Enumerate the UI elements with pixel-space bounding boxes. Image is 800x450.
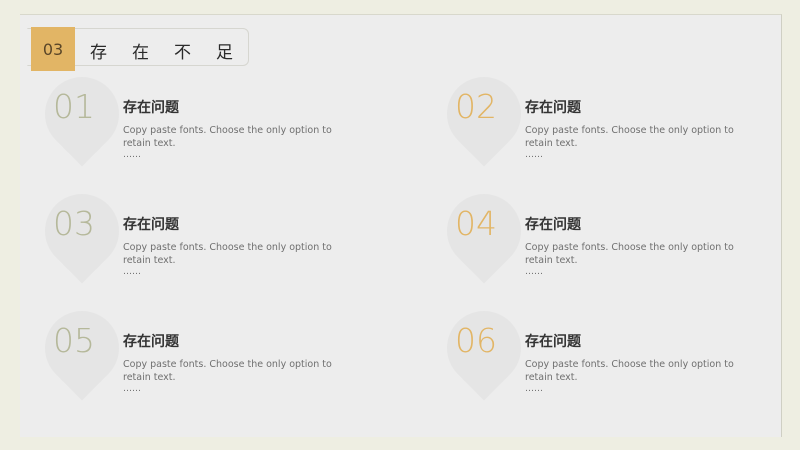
issue-item-02: 02 存在问题 Copy paste fonts. Choose the onl… <box>431 61 777 177</box>
item-description: Copy paste fonts. Choose the only option… <box>525 125 734 149</box>
item-description: Copy paste fonts. Choose the only option… <box>525 242 734 266</box>
item-title: 存在问题 <box>525 217 581 233</box>
item-title: 存在问题 <box>123 100 179 116</box>
item-title: 存在问题 <box>123 334 179 350</box>
item-number: 03 <box>53 204 95 243</box>
item-title: 存在问题 <box>123 217 179 233</box>
item-number: 06 <box>455 321 497 360</box>
item-number: 02 <box>455 87 497 126</box>
issue-item-03: 03 存在问题 Copy paste fonts. Choose the onl… <box>29 178 375 294</box>
issue-item-01: 01 存在问题 Copy paste fonts. Choose the onl… <box>29 61 375 177</box>
item-number: 05 <box>53 321 95 360</box>
item-number: 01 <box>53 87 95 126</box>
item-description: Copy paste fonts. Choose the only option… <box>123 242 332 266</box>
item-ellipsis: …… <box>525 267 543 277</box>
issue-item-04: 04 存在问题 Copy paste fonts. Choose the onl… <box>431 178 777 294</box>
section-number-badge: 03 <box>31 27 75 71</box>
item-title: 存在问题 <box>525 100 581 116</box>
issue-item-05: 05 存在问题 Copy paste fonts. Choose the onl… <box>29 295 375 411</box>
item-ellipsis: …… <box>123 384 141 394</box>
item-description: Copy paste fonts. Choose the only option… <box>123 359 332 383</box>
section-title: 存在不足 <box>90 43 258 63</box>
item-ellipsis: …… <box>123 267 141 277</box>
item-ellipsis: …… <box>525 384 543 394</box>
item-number: 04 <box>455 204 497 243</box>
item-title: 存在问题 <box>525 334 581 350</box>
item-ellipsis: …… <box>123 150 141 160</box>
item-description: Copy paste fonts. Choose the only option… <box>525 359 734 383</box>
issue-item-06: 06 存在问题 Copy paste fonts. Choose the onl… <box>431 295 777 411</box>
item-ellipsis: …… <box>525 150 543 160</box>
item-description: Copy paste fonts. Choose the only option… <box>123 125 332 149</box>
slide: 03 存在不足 01 存在问题 Copy paste fonts. Choose… <box>20 14 782 437</box>
